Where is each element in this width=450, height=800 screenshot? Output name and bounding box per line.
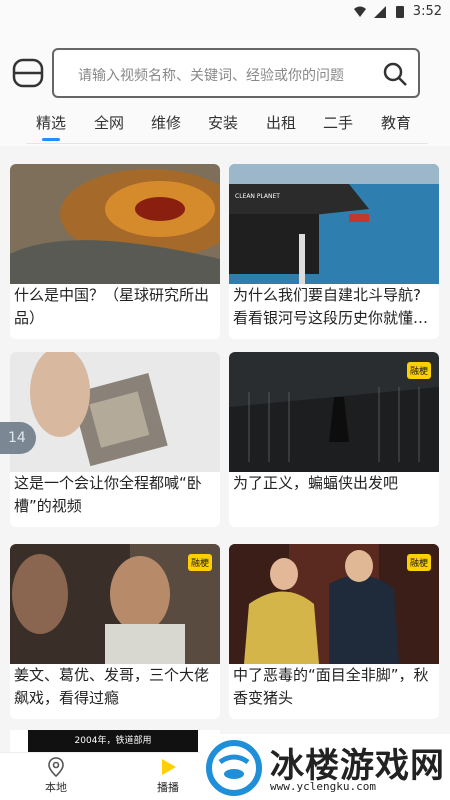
category-tabs: 精选 全网 维修 安装 出租 二手 教育 <box>0 106 450 146</box>
search-icon[interactable] <box>382 61 408 87</box>
nav-broadcast-label: 播播 <box>157 781 179 794</box>
video-title: 姜文、葛优、发哥，三个大佬飙戏，看得过瘾 <box>14 666 210 707</box>
nav-local[interactable]: 本地 <box>26 757 86 795</box>
tabs-divider <box>26 143 428 144</box>
watermark-url: www.yclengku.com <box>270 780 376 793</box>
tab-education[interactable]: 教育 <box>381 112 411 133</box>
search-bar[interactable]: 请输入视频名称、关键词、经验或你的问题 <box>52 48 420 98</box>
watermark-logo-icon <box>206 740 262 796</box>
video-title: 什么是中国？（星球研究所出品） <box>14 286 210 327</box>
video-thumbnail: CLEAN PLANET <box>229 164 439 284</box>
video-thumbnail <box>10 164 220 284</box>
tab-repair[interactable]: 维修 <box>151 112 181 133</box>
video-title: 中了恶毒的“面目全非脚”，秋香变猪头 <box>233 666 429 707</box>
badge-tag: 融梗 <box>406 362 431 379</box>
video-card[interactable]: 融梗 109 0 中了恶毒的“面目全非脚”，秋香变猪头 <box>229 544 439 719</box>
comments-stat: 0 <box>313 507 333 519</box>
video-card[interactable]: 124 0 这是一个会让你全程都喊“卧槽”的视频 <box>10 352 220 527</box>
top-bar: 请输入视频名称、关键词、经验或你的问题 精选 全网 维修 安装 出租 二手 教育 <box>0 26 450 146</box>
video-card[interactable]: 融梗 118 0 为了正义，蝙蝠侠出发吧 <box>229 352 439 527</box>
video-card[interactable]: 978 4 什么是中国？（星球研究所出品） <box>10 164 220 339</box>
tab-rent[interactable]: 出租 <box>266 112 296 133</box>
play-icon <box>162 759 176 775</box>
signal-icon <box>373 5 386 18</box>
video-thumbnail <box>10 352 220 472</box>
wifi-icon <box>353 6 366 17</box>
likes-stat: 118 <box>245 507 278 519</box>
battery-icon <box>395 5 404 18</box>
partial-thumbnail-caption: 2004年，铁道部用 <box>28 730 198 752</box>
floating-side-tab[interactable]: 14 <box>0 422 36 454</box>
status-bar: 3:52 <box>0 0 450 26</box>
tab-all-web[interactable]: 全网 <box>94 112 124 133</box>
nav-broadcast[interactable]: 播播 <box>138 757 198 795</box>
like-icon <box>245 507 257 519</box>
badge-tag: 融梗 <box>406 554 431 571</box>
video-card[interactable]: 融梗 129 1 姜文、葛优、发哥，三个大佬飙戏，看得过瘾 <box>10 544 220 719</box>
video-title: 这是一个会让你全程都喊“卧槽”的视频 <box>14 474 202 515</box>
tab-featured[interactable]: 精选 <box>36 112 66 133</box>
tab-second-hand[interactable]: 二手 <box>323 112 353 133</box>
tab-install[interactable]: 安装 <box>208 112 238 133</box>
comment-icon <box>313 507 325 519</box>
video-card-partial[interactable]: 2004年，铁道部用 <box>10 730 220 752</box>
video-title: 为什么我们要自建北斗导航?看看银河号这段历史你就懂… <box>233 286 429 327</box>
ship-name-text: CLEAN PLANET <box>235 193 280 200</box>
nav-local-label: 本地 <box>45 781 67 794</box>
search-placeholder: 请输入视频名称、关键词、经验或你的问题 <box>78 68 344 84</box>
status-time: 3:52 <box>412 4 442 19</box>
menu-icon[interactable] <box>12 56 44 90</box>
video-card[interactable]: CLEAN PLANET 1196 0 为什么我们要自建北斗导航?看看银河号这段… <box>229 164 439 339</box>
site-watermark: 冰楼游戏网 www.yclengku.com <box>200 734 450 800</box>
location-pin-icon <box>48 757 64 777</box>
badge-tag: 融梗 <box>187 554 212 571</box>
video-title: 为了正义，蝙蝠侠出发吧 <box>233 474 399 492</box>
